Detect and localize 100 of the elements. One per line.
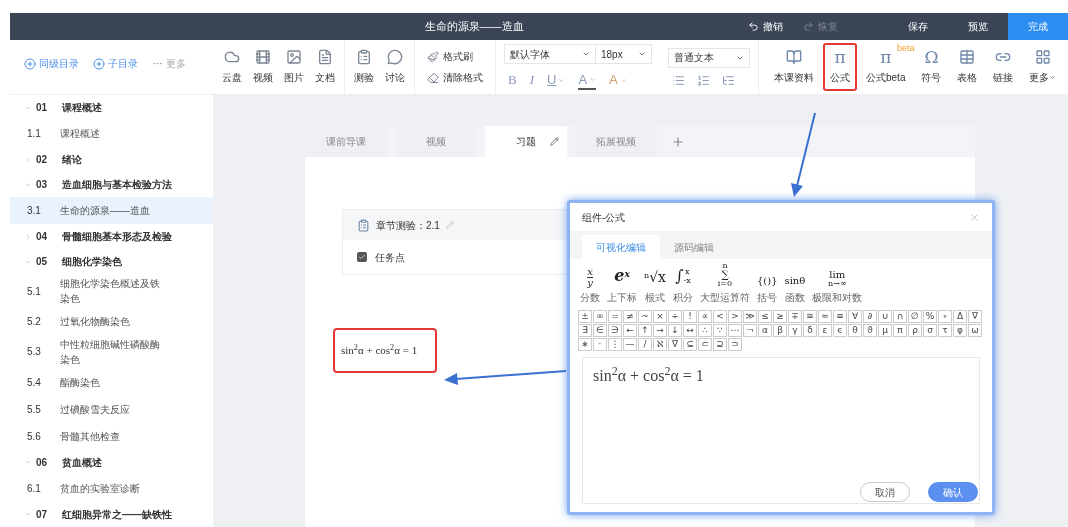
symbol-key[interactable]: ∇ — [668, 338, 682, 351]
symbol-key[interactable]: ∗ — [578, 338, 592, 351]
formula-template-button[interactable]: {()} 括号 — [757, 261, 778, 305]
add-tab-icon[interactable] — [671, 134, 685, 149]
symbol-key[interactable]: ∵ — [713, 324, 727, 337]
symbol-key[interactable]: ≡ — [833, 310, 847, 323]
symbol-key[interactable]: ϑ — [863, 324, 877, 337]
formula-template-button[interactable]: x y 分数 — [580, 261, 600, 305]
toolbar-button[interactable]: 更多 — [1022, 43, 1064, 91]
formula-template-button[interactable]: e$^{x}$ 上下标 — [607, 261, 637, 305]
symbol-key[interactable]: ∅ — [908, 310, 922, 323]
symbol-key[interactable]: ~ — [638, 310, 652, 323]
symbol-key[interactable]: ! — [683, 310, 697, 323]
symbol-key[interactable]: ≤ — [758, 310, 772, 323]
symbol-key[interactable]: % — [923, 310, 937, 323]
toolbar-button[interactable]: 讨论 — [380, 49, 410, 85]
symbol-key[interactable]: ∴ — [698, 324, 712, 337]
symbol-key[interactable]: ⊃ — [728, 338, 742, 351]
editor-tab[interactable]: 可视化编辑 — [582, 235, 660, 259]
symbol-key[interactable]: ∇ — [968, 310, 982, 323]
content-tab[interactable]: 习题 — [485, 126, 567, 157]
symbol-key[interactable]: θ — [848, 324, 862, 337]
symbol-key[interactable]: ∀ — [848, 310, 862, 323]
lesson-item[interactable]: 5.6 骨髓其他检查 — [10, 422, 213, 450]
symbol-key[interactable]: ≫ — [743, 310, 757, 323]
symbol-key[interactable]: ∈ — [593, 324, 607, 337]
lesson-item[interactable]: 5.3 中性粒细胞碱性磷酸酶染色 — [10, 335, 213, 369]
formula-template-button[interactable]: lim n→∞ 极限和对数 — [812, 261, 863, 305]
formula-template-button[interactable]: $^{n}$√x 根式 — [644, 261, 666, 305]
symbol-key[interactable]: φ — [953, 324, 967, 337]
symbol-key[interactable]: ← — [623, 324, 637, 337]
lesson-item[interactable]: 5.1 细胞化学染色概述及铁染色 — [10, 274, 213, 309]
symbol-key[interactable]: μ — [878, 324, 892, 337]
task-checkbox[interactable] — [357, 252, 367, 262]
toolbar-button[interactable]: π 公式 — [823, 43, 857, 91]
lesson-item[interactable]: 5.2 过氧化物酶染色 — [10, 308, 213, 336]
top-bar-button[interactable]: 保存 — [888, 13, 948, 40]
undo-button[interactable]: 撤销 — [738, 13, 793, 40]
symbol-key[interactable]: ∃ — [578, 324, 592, 337]
toolbar-button[interactable]: 表格 — [950, 43, 985, 91]
symbol-key[interactable]: > — [728, 310, 742, 323]
symbol-key[interactable]: α — [758, 324, 772, 337]
list-button[interactable] — [672, 73, 685, 87]
symbol-key[interactable]: ↑ — [638, 324, 652, 337]
toolbar-button[interactable]: 测验 — [349, 49, 379, 85]
symbol-key[interactable]: γ — [788, 324, 802, 337]
symbol-key[interactable]: ∩ — [893, 310, 907, 323]
toolbar-button[interactable]: 文档 — [310, 49, 340, 85]
close-icon[interactable] — [969, 211, 980, 223]
top-bar-button[interactable]: 预览 — [948, 13, 1008, 40]
lesson-item[interactable]: 3.1 生命的源泉——造血 — [10, 197, 213, 225]
symbol-key[interactable]: ≥ — [773, 310, 787, 323]
lesson-item[interactable]: 6.1 贫血的实验室诊断 — [10, 474, 213, 502]
toolbar-button[interactable]: 格式刷 — [427, 49, 483, 64]
chapter-item[interactable]: 06 贫血概述 — [10, 449, 213, 475]
symbol-key[interactable]: · — [593, 338, 607, 351]
symbol-key[interactable]: δ — [803, 324, 817, 337]
paragraph-select[interactable]: 普通文本 — [668, 47, 750, 68]
lesson-item[interactable]: 5.5 过碘酸雪夫反应 — [10, 395, 213, 423]
toolbar-button[interactable]: π beta 公式beta — [859, 43, 913, 91]
list-button[interactable] — [722, 73, 735, 87]
symbol-key[interactable]: ≈ — [818, 310, 832, 323]
symbol-key[interactable]: ϵ — [833, 324, 847, 337]
formula-template-button[interactable]: sinθ 函数 — [784, 261, 806, 305]
symbol-key[interactable]: — — [623, 338, 637, 351]
symbol-key[interactable]: ε — [818, 324, 832, 337]
symbol-key[interactable]: ⊆ — [683, 338, 697, 351]
toolbar-button[interactable]: 本课资料 — [767, 43, 821, 91]
symbol-key[interactable]: ∝ — [698, 310, 712, 323]
chapter-item[interactable]: 07 红细胞异常之——缺铁性 — [10, 501, 213, 527]
toolbar-button[interactable]: 视频 — [248, 49, 278, 85]
symbol-key[interactable]: ± — [578, 310, 592, 323]
symbol-key[interactable]: ∪ — [878, 310, 892, 323]
symbol-key[interactable]: ≅ — [803, 310, 817, 323]
symbol-key[interactable]: σ — [923, 324, 937, 337]
toolbar-button[interactable]: 链接 — [986, 43, 1021, 91]
symbol-key[interactable]: ∋ — [608, 324, 622, 337]
add-outline-button[interactable]: 子目录 — [93, 56, 138, 71]
chapter-item[interactable]: 05 细胞化学染色 — [10, 249, 213, 275]
add-outline-button[interactable]: 同级目录 — [24, 56, 79, 71]
symbol-key[interactable]: ↔ — [683, 324, 697, 337]
symbol-key[interactable]: ↓ — [668, 324, 682, 337]
symbol-key[interactable]: ⊂ — [698, 338, 712, 351]
chapter-item[interactable]: 04 骨髓细胞基本形态及检验 — [10, 224, 213, 250]
symbol-key[interactable]: ∂ — [863, 310, 877, 323]
cancel-button[interactable]: 取消 — [860, 482, 910, 502]
symbol-key[interactable]: ω — [968, 324, 982, 337]
toolbar-button[interactable]: Ω 符号 — [914, 43, 949, 91]
symbol-key[interactable]: × — [653, 310, 667, 323]
symbol-key[interactable]: → — [653, 324, 667, 337]
toolbar-button[interactable]: 清除格式 — [427, 70, 483, 85]
chapter-item[interactable]: 02 绪论 — [10, 147, 213, 173]
symbol-key[interactable]: ℵ — [653, 338, 667, 351]
symbol-key[interactable]: π — [893, 324, 907, 337]
formula-template-button[interactable]: n ∑ i=0 大型运算符 — [700, 261, 750, 305]
symbol-key[interactable]: / — [638, 338, 652, 351]
chapter-item[interactable]: 01 课程概述 — [10, 95, 213, 121]
symbol-key[interactable]: τ — [938, 324, 952, 337]
symbol-key[interactable]: = — [608, 310, 622, 323]
toolbar-button[interactable]: 云盘 — [217, 49, 247, 85]
